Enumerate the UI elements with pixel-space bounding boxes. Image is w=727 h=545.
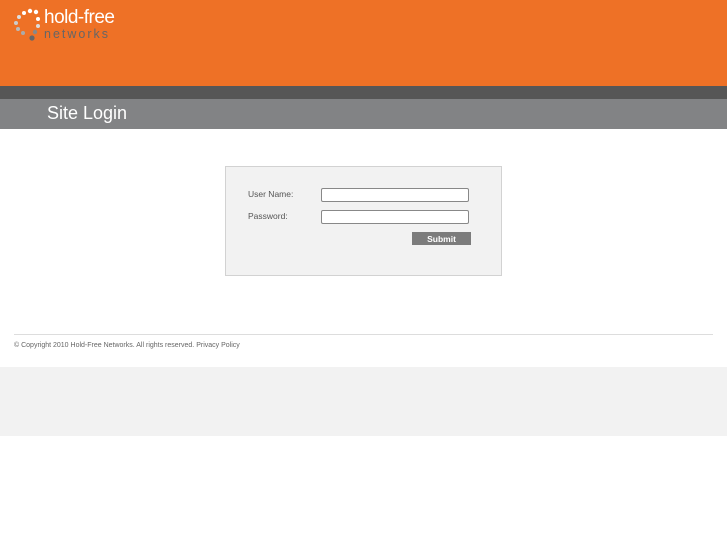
- footer-band: [0, 367, 727, 436]
- login-form: User Name: Password: Submit: [225, 166, 502, 276]
- title-bar: Site Login: [0, 99, 727, 129]
- logo-dots-icon: [14, 8, 40, 41]
- header-divider: [0, 86, 727, 99]
- username-label: User Name:: [248, 189, 294, 199]
- copyright-text: © Copyright 2010 Hold-Free Networks. All…: [14, 342, 195, 349]
- header: hold-free networks: [0, 0, 727, 86]
- password-input[interactable]: [321, 210, 469, 224]
- logo[interactable]: hold-free networks: [10, 7, 125, 43]
- submit-button[interactable]: Submit: [412, 232, 471, 245]
- page-title: Site Login: [47, 103, 128, 123]
- logo-text: hold-free: [44, 7, 115, 28]
- username-input[interactable]: [321, 188, 469, 202]
- password-label: Password:: [248, 211, 288, 221]
- logo-subtext: networks: [44, 27, 111, 41]
- copyright: © Copyright 2010 Hold-Free Networks. All…: [14, 342, 240, 349]
- footer-divider: [14, 334, 713, 335]
- privacy-policy-link[interactable]: Privacy Policy: [196, 342, 240, 349]
